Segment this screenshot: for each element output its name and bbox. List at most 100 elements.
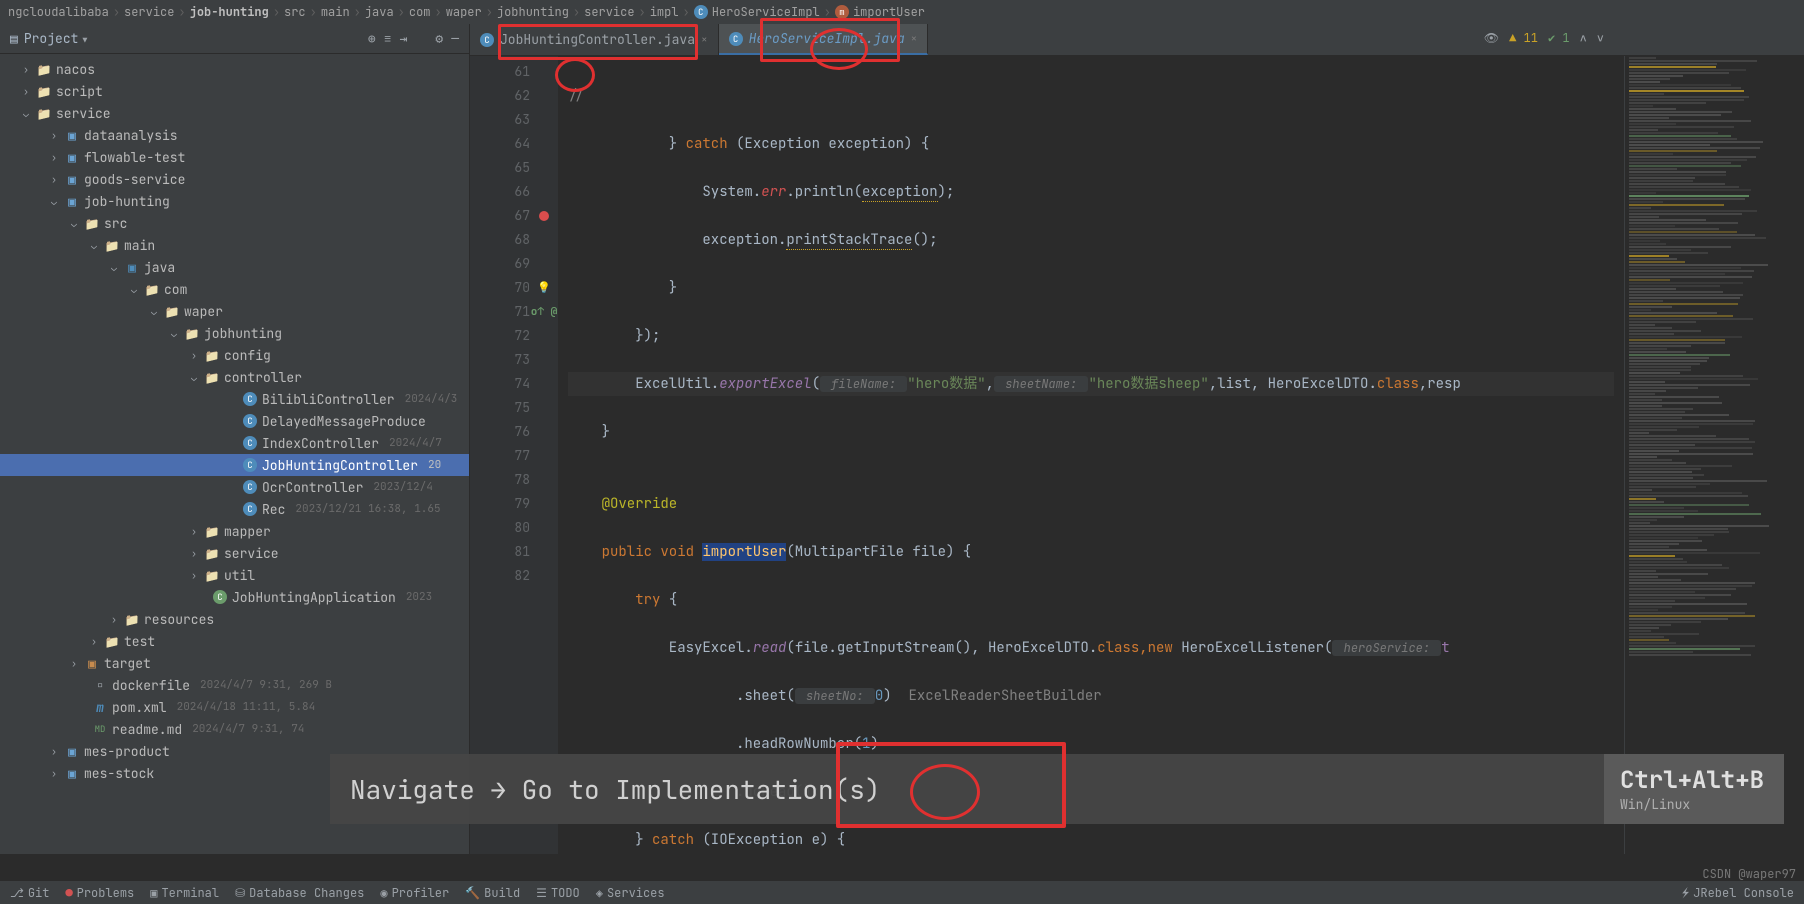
tree-item-mapper[interactable]: ›mapper bbox=[0, 520, 469, 542]
code-line: @Override bbox=[568, 495, 677, 513]
tree-item-waper[interactable]: ⌄waper bbox=[0, 300, 469, 322]
tree-item-readme.md[interactable]: MDreadme.md2024/4/7 9:31, 74 bbox=[0, 718, 469, 740]
flatten-icon[interactable]: ≡ bbox=[384, 30, 392, 47]
crumb[interactable]: jobhunting bbox=[497, 4, 569, 20]
tree-item-service[interactable]: ›service bbox=[0, 542, 469, 564]
tree-item-dockerfile[interactable]: ▫dockerfile2024/4/7 9:31, 269 B bbox=[0, 674, 469, 696]
tree-item-nacos[interactable]: ›nacos bbox=[0, 58, 469, 80]
tab-HeroServiceImpl.java[interactable]: CHeroServiceImpl.java× bbox=[719, 24, 929, 55]
crumb[interactable]: impl bbox=[650, 4, 679, 20]
crumb[interactable]: ngcloudalibaba bbox=[8, 4, 109, 20]
inspection-summary[interactable]: 👁 ▲ 11 ✔ 1 ∧ ∨ bbox=[1484, 30, 1604, 46]
tree-item-goods-service[interactable]: ›▣goods-service bbox=[0, 168, 469, 190]
tree-item-job-hunting[interactable]: ⌄▣job-hunting bbox=[0, 190, 469, 212]
gutter-markers[interactable]: 💡o↑ @ bbox=[530, 56, 558, 854]
line-gutter[interactable]: 6162636465666768697071727374757677787980… bbox=[470, 56, 530, 854]
code-line: }); bbox=[568, 327, 660, 345]
watermark: CSDN @waper97 bbox=[1702, 866, 1796, 882]
tree-item-util[interactable]: ›util bbox=[0, 564, 469, 586]
crumb[interactable]: job-hunting bbox=[190, 4, 269, 20]
code-line: public bbox=[568, 543, 660, 561]
project-icon: ▤ bbox=[10, 30, 18, 47]
up-icon[interactable]: ∧ bbox=[1580, 30, 1587, 46]
tree-item-jobhunting[interactable]: ⌄jobhunting bbox=[0, 322, 469, 344]
tree-item-JobHuntingController[interactable]: CJobHuntingController20 bbox=[0, 454, 469, 476]
crumb-method[interactable]: mimportUser bbox=[835, 4, 925, 20]
code-line: .headRowNumber( bbox=[568, 735, 862, 753]
code-line: .sheet( bbox=[568, 687, 795, 705]
tree-item-dataanalysis[interactable]: ›▣dataanalysis bbox=[0, 124, 469, 146]
close-icon[interactable]: × bbox=[911, 32, 918, 46]
tree-item-config[interactable]: ›config bbox=[0, 344, 469, 366]
tree-item-src[interactable]: ⌄src bbox=[0, 212, 469, 234]
crumb[interactable]: service bbox=[124, 4, 174, 20]
tree-item-com[interactable]: ⌄com bbox=[0, 278, 469, 300]
project-tree[interactable]: ›nacos›script⌄service›▣dataanalysis›▣flo… bbox=[0, 54, 469, 788]
override-icon[interactable]: o↑ @ bbox=[531, 300, 557, 324]
code-line: } bbox=[568, 279, 677, 297]
tree-item-BilibliController[interactable]: CBilibliController2024/4/3 bbox=[0, 388, 469, 410]
presentation-assistant: Navigate → Go to Implementation(s) Ctrl+… bbox=[330, 754, 1784, 824]
tree-item-DelayedMessageProduce[interactable]: CDelayedMessageProduce bbox=[0, 410, 469, 432]
tree-item-resources[interactable]: ›resources bbox=[0, 608, 469, 630]
crumb[interactable]: main bbox=[321, 4, 350, 20]
tree-item-JobHuntingApplication[interactable]: CJobHuntingApplication2023 bbox=[0, 586, 469, 608]
code-line: exception. bbox=[568, 231, 786, 249]
crumb[interactable]: com bbox=[409, 4, 431, 20]
crumb[interactable]: java bbox=[365, 4, 394, 20]
build-button[interactable]: 🔨 Build bbox=[465, 885, 520, 901]
minimize-icon[interactable]: — bbox=[451, 30, 459, 47]
eye-icon[interactable]: 👁 bbox=[1484, 30, 1499, 46]
down-icon[interactable]: ∨ bbox=[1597, 30, 1604, 46]
ok-count[interactable]: ✔ 1 bbox=[1548, 30, 1570, 46]
code-line: } bbox=[568, 423, 610, 441]
tree-item-controller[interactable]: ⌄controller bbox=[0, 366, 469, 388]
tree-item-OcrController[interactable]: COcrController2023/12/4 bbox=[0, 476, 469, 498]
tree-item-script[interactable]: ›script bbox=[0, 80, 469, 102]
close-icon[interactable]: × bbox=[701, 33, 708, 47]
status-bar: ⎇ Git ● Problems ▣ Terminal ⛁ Database C… bbox=[0, 880, 1804, 904]
breadcrumb: ngcloudalibaba› service› job-hunting› sr… bbox=[0, 0, 1804, 24]
project-sidebar: ▤ Project ⊕ ≡ ⇥ ⚙ — ›nacos›script⌄servic… bbox=[0, 24, 470, 854]
collapse-icon[interactable]: ⇥ bbox=[400, 30, 408, 47]
db-changes-button[interactable]: ⛁ Database Changes bbox=[235, 885, 364, 901]
shortcut-os: Win/Linux bbox=[1620, 796, 1784, 813]
profiler-button[interactable]: ◉ Profiler bbox=[380, 885, 449, 901]
editor-area: CJobHuntingController.java×CHeroServiceI… bbox=[470, 24, 1804, 854]
tree-item-test[interactable]: ›test bbox=[0, 630, 469, 652]
tree-item-java[interactable]: ⌄▣java bbox=[0, 256, 469, 278]
project-dropdown[interactable]: Project bbox=[24, 30, 87, 47]
crumb[interactable]: src bbox=[284, 4, 306, 20]
crumb[interactable]: service bbox=[584, 4, 634, 20]
tree-item-pom.xml[interactable]: mpom.xml2024/4/18 11:11, 5.84 bbox=[0, 696, 469, 718]
warning-count[interactable]: ▲ 11 bbox=[1509, 30, 1538, 46]
terminal-button[interactable]: ▣ Terminal bbox=[150, 885, 219, 901]
problems-button[interactable]: ● Problems bbox=[65, 885, 134, 901]
shortcut-box: Ctrl+Alt+B Win/Linux bbox=[1604, 754, 1784, 824]
minimap[interactable] bbox=[1624, 56, 1804, 854]
tree-item-service[interactable]: ⌄service bbox=[0, 102, 469, 124]
code-line: // bbox=[568, 87, 585, 105]
code-line: } bbox=[568, 831, 652, 849]
shortcut-key: Ctrl+Alt+B bbox=[1620, 765, 1784, 796]
tree-item-target[interactable]: ›▣target bbox=[0, 652, 469, 674]
todo-button[interactable]: ☰ TODO bbox=[536, 885, 580, 901]
git-button[interactable]: ⎇ Git bbox=[10, 885, 49, 901]
tree-item-flowable-test[interactable]: ›▣flowable-test bbox=[0, 146, 469, 168]
tree-item-IndexController[interactable]: CIndexController2024/4/7 bbox=[0, 432, 469, 454]
gear-icon[interactable]: ⚙ bbox=[435, 30, 443, 47]
services-button[interactable]: ◈ Services bbox=[596, 885, 665, 901]
lightbulb-icon[interactable]: 💡 bbox=[537, 276, 551, 300]
project-header: ▤ Project ⊕ ≡ ⇥ ⚙ — bbox=[0, 24, 469, 54]
tree-item-main[interactable]: ⌄main bbox=[0, 234, 469, 256]
tree-item-Rec[interactable]: CRec2023/12/21 16:38, 1.65 bbox=[0, 498, 469, 520]
breakpoint-icon[interactable] bbox=[539, 211, 549, 221]
jrebel-button[interactable]: ⚡ JRebel Console bbox=[1682, 885, 1794, 901]
action-label: Navigate → Go to Implementation(s) bbox=[330, 772, 1604, 807]
code-editor[interactable]: // } catch (Exception exception) { Syste… bbox=[558, 56, 1624, 854]
code-line: EasyExcel. bbox=[568, 639, 753, 657]
tab-JobHuntingController.java[interactable]: CJobHuntingController.java× bbox=[470, 24, 719, 55]
crumb-class[interactable]: CHeroServiceImpl bbox=[694, 4, 820, 20]
crumb[interactable]: waper bbox=[446, 4, 482, 20]
target-icon[interactable]: ⊕ bbox=[368, 30, 376, 47]
